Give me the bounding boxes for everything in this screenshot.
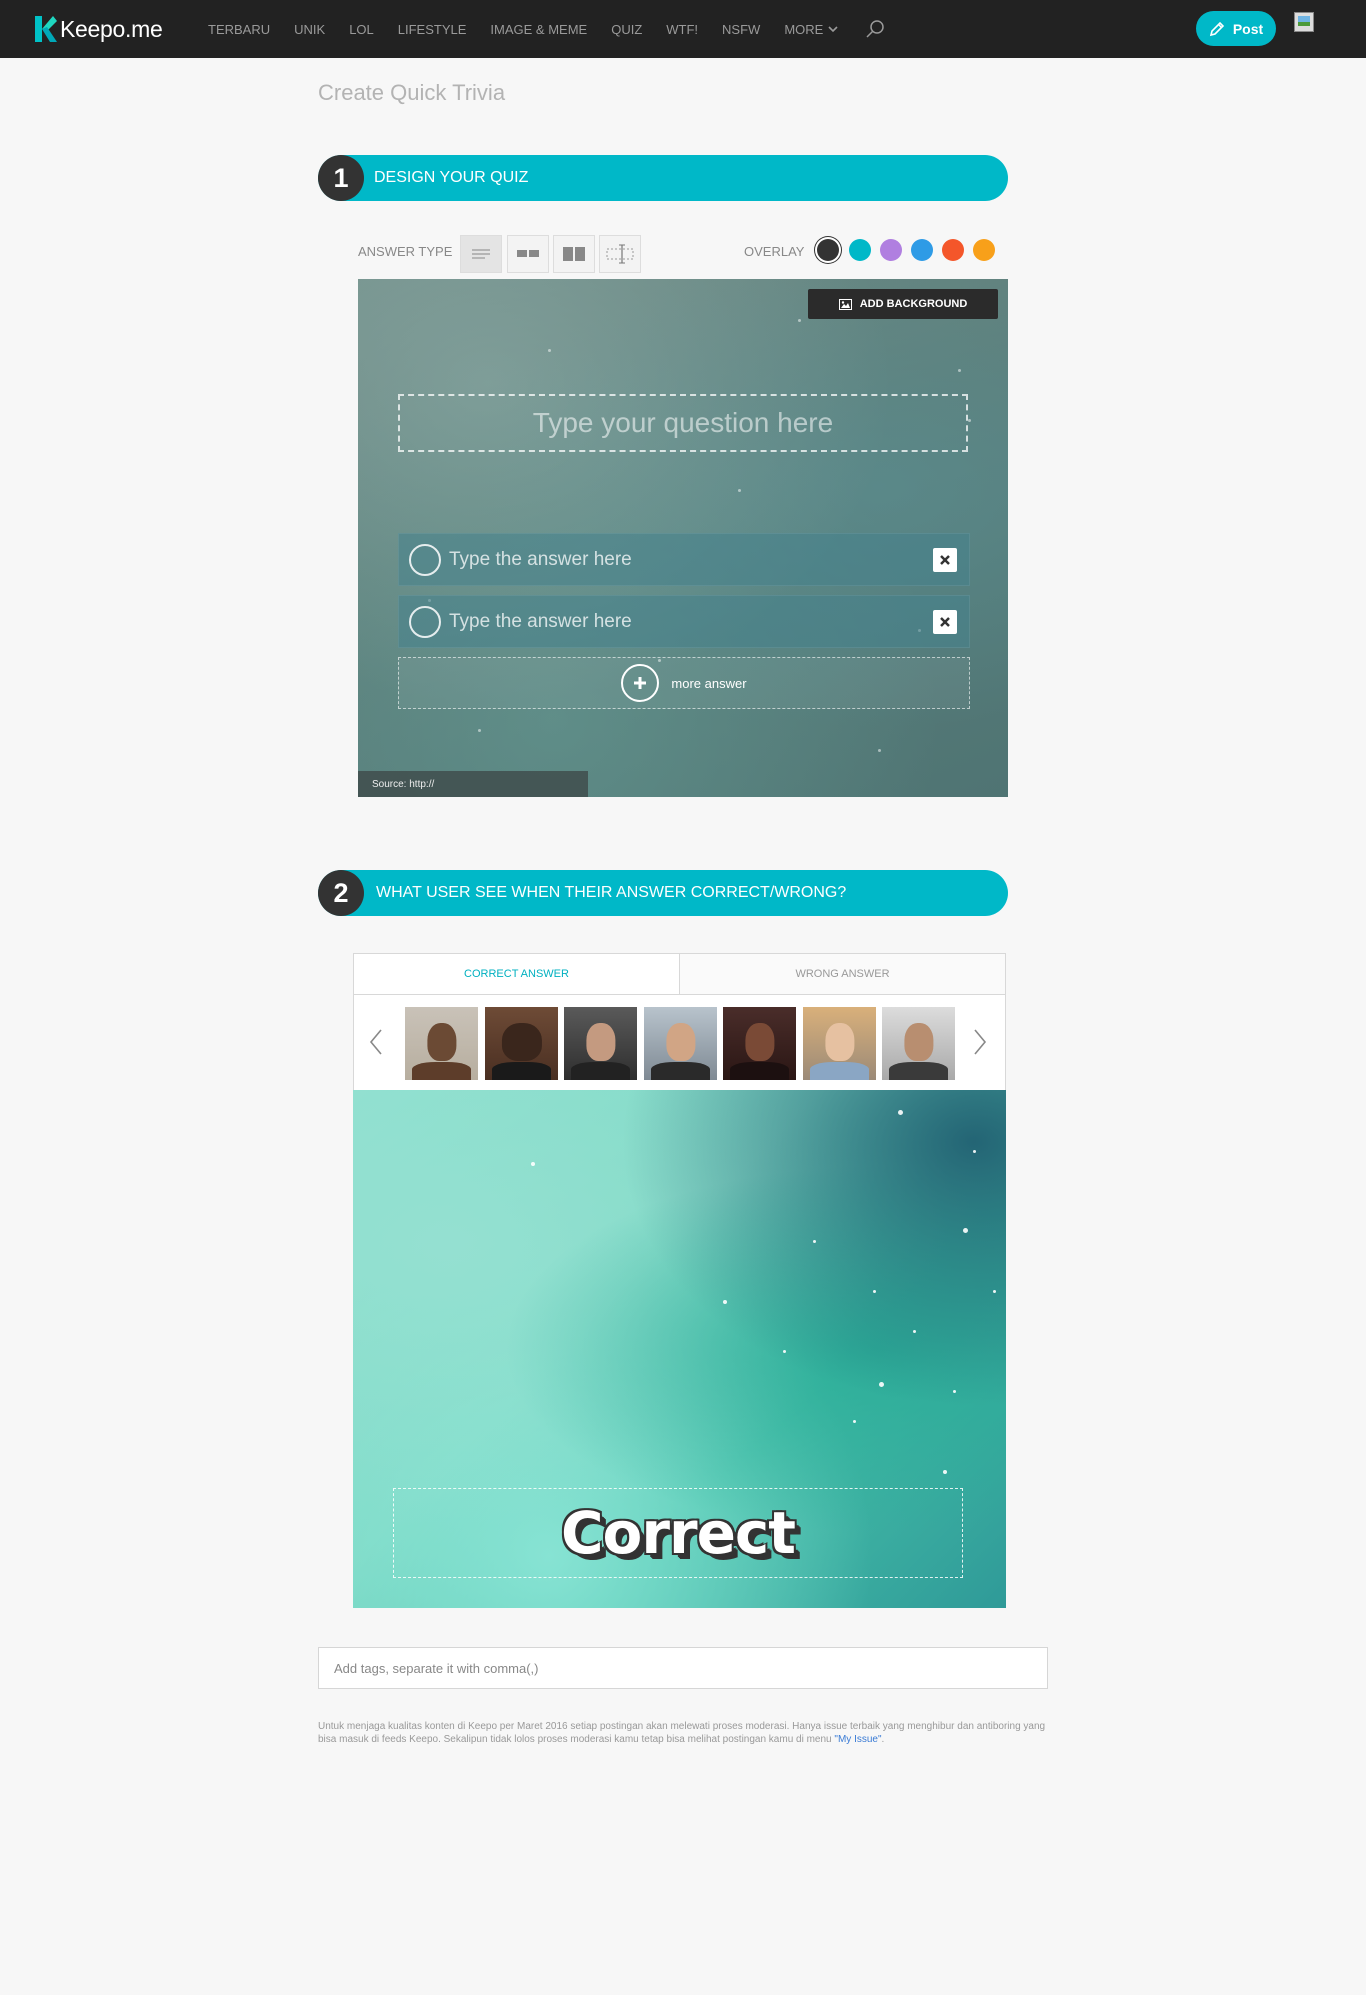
answer-radio[interactable]	[409, 605, 441, 638]
section-title: DESIGN YOUR QUIZ	[374, 169, 529, 186]
post-button[interactable]: Post	[1196, 11, 1276, 46]
close-icon	[940, 617, 950, 627]
answer-type-label: ANSWER TYPE	[358, 244, 453, 259]
chevron-down-icon	[828, 26, 838, 33]
user-avatar[interactable]	[1294, 12, 1314, 32]
grid-large-icon	[563, 247, 585, 261]
section-result-header: 2 WHAT USER SEE WHEN THEIR ANSWER CORREC…	[318, 870, 1008, 916]
notice-end: .	[881, 1734, 885, 1745]
image-icon	[838, 298, 852, 310]
delete-answer-button[interactable]	[933, 548, 957, 572]
nav-link-image-meme[interactable]: IMAGE & MEME	[490, 22, 587, 37]
nav-links: TERBARU UNIK LOL LIFESTYLE IMAGE & MEME …	[208, 0, 886, 58]
result-text-input[interactable]: Correct	[393, 1488, 963, 1578]
more-answer-button[interactable]: more answer	[398, 657, 970, 709]
gif-thumbnail-4[interactable]	[644, 1007, 717, 1080]
gif-thumbnail-3[interactable]	[564, 1007, 637, 1080]
more-answer-label: more answer	[671, 675, 747, 691]
step-number: 1	[318, 155, 364, 201]
chevron-right-icon	[974, 1029, 987, 1055]
my-issue-link[interactable]: "My Issue"	[834, 1734, 881, 1745]
quiz-question-canvas: ADD BACKGROUND Type your question here T…	[358, 279, 1008, 797]
nav-link-nsfw[interactable]: NSFW	[722, 22, 760, 37]
nav-link-wtf[interactable]: WTF!	[666, 22, 698, 37]
top-navbar: Keepo.me TERBARU UNIK LOL LIFESTYLE IMAG…	[0, 0, 1366, 58]
nav-more-label: MORE	[784, 21, 824, 37]
carousel-prev-arrow[interactable]	[364, 1025, 388, 1059]
result-preview-canvas: Correct	[353, 1090, 1006, 1608]
nav-link-unik[interactable]: UNIK	[294, 22, 325, 37]
gif-carousel	[353, 995, 1006, 1090]
overlay-color-purple[interactable]	[880, 239, 902, 261]
tab-correct-answer[interactable]: CORRECT ANSWER	[354, 954, 680, 994]
text-input-icon	[606, 244, 634, 264]
keepo-logo[interactable]: Keepo.me	[35, 12, 163, 46]
gif-thumbnail-7[interactable]	[882, 1007, 955, 1080]
gif-thumbnail-5[interactable]	[723, 1007, 796, 1080]
section-design-quiz-header: 1 DESIGN YOUR QUIZ	[318, 155, 1008, 201]
result-tabs: CORRECT ANSWER WRONG ANSWER	[353, 953, 1006, 995]
answer-row-1[interactable]: Type the answer here	[398, 533, 970, 586]
nav-link-lifestyle[interactable]: LIFESTYLE	[398, 22, 467, 37]
overlay-color-red[interactable]	[942, 239, 964, 261]
text-lines-icon	[472, 249, 490, 259]
delete-answer-button[interactable]	[933, 610, 957, 634]
nav-more-dropdown[interactable]: MORE	[784, 22, 838, 37]
gif-thumbnail-1[interactable]	[405, 1007, 478, 1080]
carousel-next-arrow[interactable]	[968, 1025, 992, 1059]
chevron-left-icon	[369, 1029, 382, 1055]
source-input[interactable]: Source: http://	[358, 771, 588, 797]
gif-thumbnail-6[interactable]	[803, 1007, 876, 1080]
overlay-label: OVERLAY	[744, 244, 805, 259]
add-background-button[interactable]: ADD BACKGROUND	[808, 289, 998, 319]
plus-icon	[621, 664, 660, 702]
answer-type-grid-large-button[interactable]	[553, 235, 595, 273]
nav-link-terbaru[interactable]: TERBARU	[208, 22, 270, 37]
add-background-label: ADD BACKGROUND	[859, 298, 968, 310]
answer-radio[interactable]	[409, 543, 441, 576]
close-icon	[940, 555, 950, 565]
result-text: Correct	[560, 1499, 796, 1567]
grid-small-icon	[517, 250, 539, 257]
notice-text: Untuk menjaga kualitas konten di Keepo p…	[318, 1721, 1046, 1745]
overlay-color-teal[interactable]	[849, 239, 871, 261]
tab-wrong-answer[interactable]: WRONG ANSWER	[680, 954, 1005, 994]
answer-input[interactable]: Type the answer here	[449, 549, 632, 571]
tags-input[interactable]	[318, 1647, 1048, 1689]
brand-name: Keepo.me	[60, 15, 163, 42]
answer-type-grid-small-button[interactable]	[507, 235, 549, 273]
answer-input[interactable]: Type the answer here	[449, 611, 632, 633]
question-input[interactable]: Type your question here	[398, 394, 968, 452]
post-label: Post	[1232, 20, 1264, 37]
section-title: WHAT USER SEE WHEN THEIR ANSWER CORRECT/…	[376, 884, 847, 901]
moderation-notice: Untuk menjaga kualitas konten di Keepo p…	[318, 1720, 1048, 1746]
step-number: 2	[318, 870, 364, 916]
overlay-color-dark[interactable]	[817, 239, 839, 261]
keepo-k-icon	[35, 16, 57, 42]
answer-row-2[interactable]: Type the answer here	[398, 595, 970, 648]
overlay-color-blue[interactable]	[911, 239, 933, 261]
answer-type-text-button[interactable]	[460, 235, 502, 273]
pencil-icon	[1209, 21, 1224, 36]
page-title: Create Quick Trivia	[318, 80, 506, 105]
search-icon[interactable]	[864, 18, 886, 40]
gif-thumbnail-2[interactable]	[485, 1007, 558, 1080]
nav-link-quiz[interactable]: QUIZ	[611, 22, 642, 37]
nav-link-lol[interactable]: LOL	[349, 22, 374, 37]
answer-type-input-button[interactable]	[599, 235, 641, 273]
overlay-color-orange[interactable]	[973, 239, 995, 261]
